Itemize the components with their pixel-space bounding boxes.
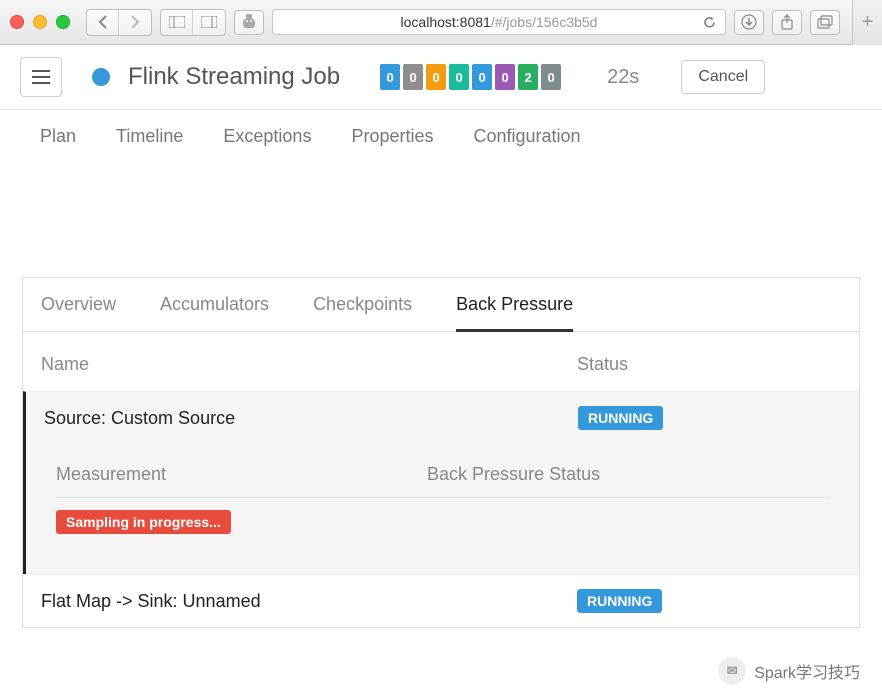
sub-tab-back-pressure[interactable]: Back Pressure [456, 294, 573, 332]
job-status-dot-icon [92, 68, 110, 86]
watermark-icon: ✉ [718, 657, 746, 685]
job-duration: 22s [607, 66, 639, 89]
close-window-icon[interactable] [10, 15, 24, 29]
inner-col-bp-status: Back Pressure Status [427, 464, 600, 485]
app-header: Flink Streaming Job 00000020 22s Cancel [0, 45, 882, 110]
back-button[interactable] [87, 10, 119, 35]
cancel-button[interactable]: Cancel [681, 60, 765, 94]
counter-cell: 0 [541, 64, 561, 90]
operator-subtabs: Overview Accumulators Checkpoints Back Pres… [23, 278, 859, 332]
job-tab-plan[interactable]: Plan [40, 126, 76, 147]
share-icon[interactable] [772, 10, 802, 35]
operator-name: Flat Map -> Sink: Unnamed [41, 591, 577, 612]
job-tab-configuration[interactable]: Configuration [474, 126, 581, 147]
sampling-area: Sampling in progress... [23, 498, 859, 574]
watermark-text: Spark学习技巧 [754, 659, 860, 683]
url-path: /#/jobs/156c3b5d [491, 14, 598, 30]
operator-panel: Overview Accumulators Checkpoints Back Pres… [22, 277, 860, 628]
job-tab-properties[interactable]: Properties [351, 126, 433, 147]
job-title: Flink Streaming Job [128, 63, 340, 91]
counter-cell: 0 [380, 64, 400, 90]
extension-icon[interactable] [234, 10, 264, 35]
sidebar-buttons [160, 9, 226, 36]
url-bar[interactable]: localhost:8081/#/jobs/156c3b5d [272, 9, 726, 35]
job-tab-exceptions[interactable]: Exceptions [223, 126, 311, 147]
url-host: localhost:8081 [401, 14, 491, 30]
minimize-window-icon[interactable] [33, 15, 47, 29]
new-tab-button[interactable]: + [852, 0, 882, 45]
status-badge: RUNNING [577, 589, 662, 613]
watermark: ✉ Spark学习技巧 [718, 657, 860, 685]
maximize-window-icon[interactable] [56, 15, 70, 29]
menu-button[interactable] [20, 57, 62, 97]
sub-tab-checkpoints[interactable]: Checkpoints [313, 294, 412, 331]
tabs-icon[interactable] [810, 10, 840, 35]
window-controls [10, 15, 70, 29]
reload-icon[interactable] [702, 15, 717, 30]
operator-name: Source: Custom Source [44, 408, 578, 429]
task-counters: 00000020 [380, 64, 561, 90]
downloads-icon[interactable] [734, 10, 764, 35]
column-status: Status [577, 354, 841, 375]
plan-preview-area [22, 163, 860, 253]
browser-toolbar: localhost:8081/#/jobs/156c3b5d + [0, 0, 882, 45]
nav-buttons [86, 9, 152, 36]
counter-cell: 0 [403, 64, 423, 90]
reader-toggle-icon[interactable] [193, 10, 225, 35]
operator-row[interactable]: Flat Map -> Sink: Unnamed RUNNING [23, 574, 859, 627]
forward-button[interactable] [119, 10, 151, 35]
job-tabs: Plan Timeline Exceptions Properties Configur… [0, 110, 882, 163]
column-name: Name [41, 354, 577, 375]
counter-cell: 2 [518, 64, 538, 90]
operator-row[interactable]: Source: Custom Source RUNNING [23, 391, 859, 444]
counter-cell: 0 [472, 64, 492, 90]
inner-column-headers: Measurement Back Pressure Status [23, 444, 859, 497]
sampling-badge: Sampling in progress... [56, 510, 231, 534]
inner-col-measurement: Measurement [56, 464, 427, 485]
status-badge: RUNNING [578, 406, 663, 430]
counter-cell: 0 [449, 64, 469, 90]
sidebar-toggle-icon[interactable] [161, 10, 193, 35]
sub-tab-overview[interactable]: Overview [41, 294, 116, 331]
counter-cell: 0 [426, 64, 446, 90]
job-tab-timeline[interactable]: Timeline [116, 126, 183, 147]
column-headers: Name Status [23, 332, 859, 391]
sub-tab-accumulators[interactable]: Accumulators [160, 294, 269, 331]
counter-cell: 0 [495, 64, 515, 90]
